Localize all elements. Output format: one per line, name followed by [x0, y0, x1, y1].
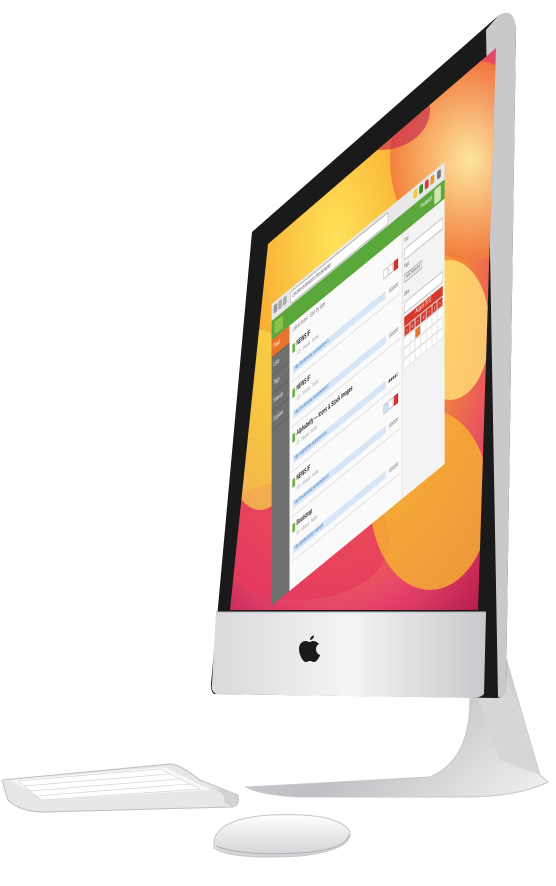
keyboard[interactable]: [1, 763, 239, 813]
keyboard-and-mouse: [1, 763, 351, 858]
mouse[interactable]: [213, 814, 351, 858]
